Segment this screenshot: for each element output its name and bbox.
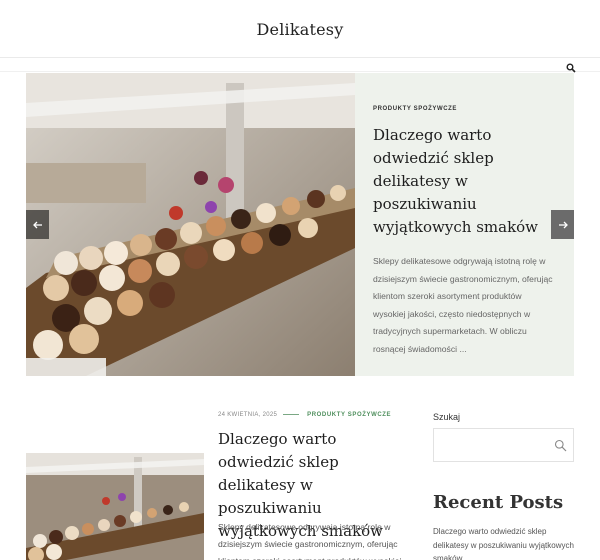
nav-bar — [0, 58, 600, 72]
slider-prev-button[interactable] — [26, 210, 49, 239]
search-icon[interactable] — [566, 60, 576, 73]
search-box — [433, 428, 574, 462]
arrow-right-icon — [558, 216, 568, 234]
site-title[interactable]: Delikatesy — [0, 20, 600, 39]
sidebar: Szukaj Recent Posts Dlaczego warto odwie… — [433, 408, 574, 560]
slide-excerpt: Sklepy delikatesowe odgrywają istotną ro… — [373, 256, 553, 354]
slide-panel: PRODUKTY SPOŻYWCZE Dlaczego warto odwied… — [355, 73, 574, 376]
meta-divider — [283, 413, 300, 415]
site-header: Delikatesy — [0, 0, 600, 58]
search-label: Szukaj — [433, 412, 461, 422]
post-excerpt: Sklepy delikatesowe odgrywają istotną ro… — [218, 522, 401, 560]
post-category[interactable]: PRODUKTY SPOŻYWCZE — [307, 412, 391, 418]
recent-posts-title: Recent Posts — [433, 492, 564, 513]
slide-category[interactable]: PRODUKTY SPOŻYWCZE — [373, 106, 556, 112]
slider-next-button[interactable] — [551, 210, 574, 239]
post-item: 24 KWIETNIA, 2025 PRODUKTY SPOŻYWCZE Dlac… — [26, 408, 406, 560]
arrow-left-icon — [32, 216, 43, 234]
recent-post-link[interactable]: Dlaczego warto odwiedzić sklep delikates… — [433, 525, 574, 560]
post-meta: 24 KWIETNIA, 2025 PRODUKTY SPOŻYWCZE — [218, 412, 391, 418]
featured-slider: PRODUKTY SPOŻYWCZE Dlaczego warto odwied… — [26, 73, 574, 376]
slide-image[interactable] — [26, 73, 355, 376]
search-input[interactable] — [434, 429, 544, 461]
post-thumbnail[interactable] — [26, 453, 204, 560]
slide-title[interactable]: Dlaczego warto odwiedzić sklep delikates… — [373, 124, 556, 239]
post-date[interactable]: 24 KWIETNIA, 2025 — [218, 412, 277, 418]
search-submit-icon[interactable] — [554, 439, 567, 452]
